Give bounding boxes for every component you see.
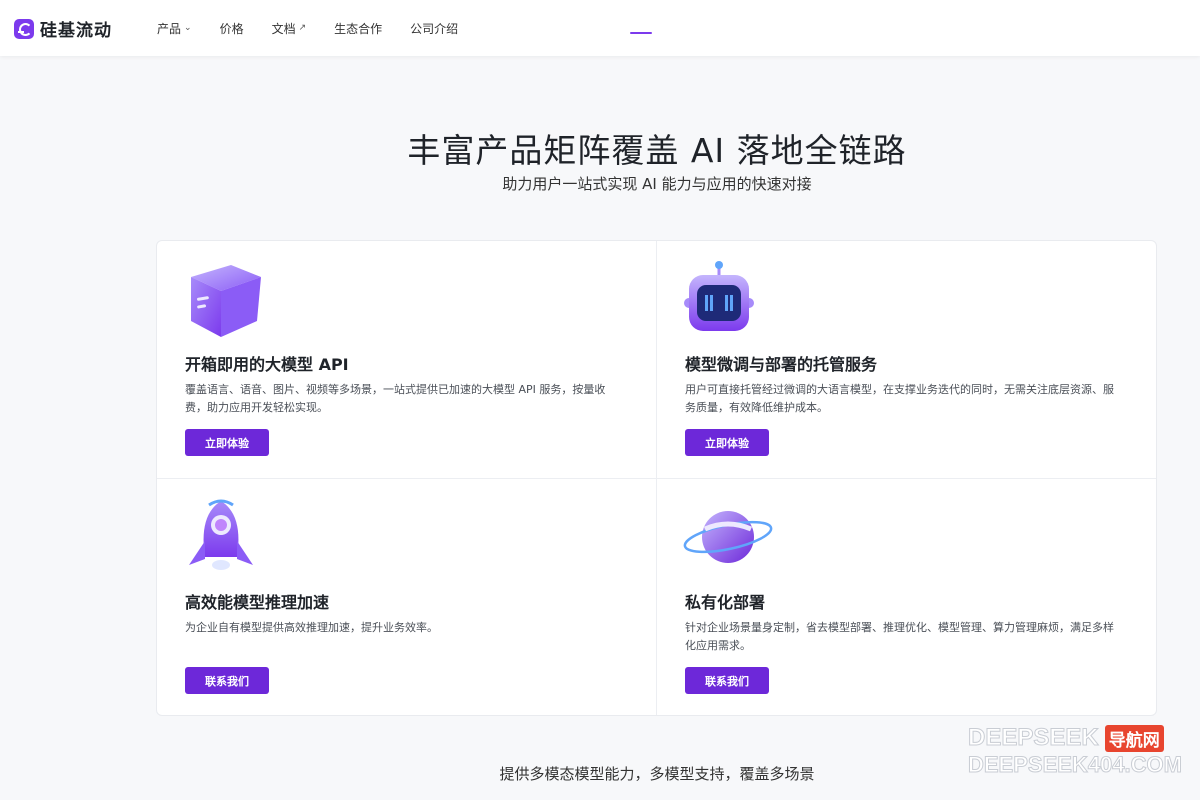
nav-item-label: 价格: [219, 21, 244, 36]
try-now-button[interactable]: 立即体验: [185, 429, 269, 456]
contact-us-button[interactable]: 联系我们: [685, 667, 769, 694]
nav-item-label: 公司介绍: [410, 21, 459, 36]
nav-item-label: 文档: [271, 21, 296, 36]
nav-item-pricing[interactable]: 价格: [220, 20, 244, 37]
card-description: 针对企业场景量身定制，省去模型部署、推理优化、模型管理、算力管理麻烦，满足多样化…: [685, 621, 1114, 652]
nav-item-label: 产品: [157, 21, 182, 36]
external-arrow-icon: ↗: [298, 23, 307, 33]
page-title: 丰富产品矩阵覆盖 AI 落地全链路: [407, 131, 907, 170]
page-subtitle: 助力用户一站式实现 AI 能力与应用的快速对接: [502, 175, 812, 193]
card-title: 开箱即用的大模型 API: [185, 355, 349, 374]
try-now-button[interactable]: 立即体验: [685, 429, 769, 456]
main-nav: 产品 ⌄ 价格 文档 ↗ 生态合作 公司介绍: [157, 0, 486, 56]
nav-item-products[interactable]: 产品 ⌄: [157, 20, 192, 37]
product-card-api: 开箱即用的大模型 API 覆盖语言、语音、图片、视频等多场景，一站式提供已加速的…: [157, 241, 657, 479]
nav-active-indicator: [630, 32, 652, 34]
brand-name: 硅基流动: [40, 21, 112, 41]
planet-icon: [683, 511, 773, 563]
top-navbar: 硅基流动 产品 ⌄ 价格 文档 ↗ 生态合作 公司介绍: [0, 0, 1200, 56]
logo-icon: [14, 18, 34, 39]
watermark: DEEPSEEK 导航网 DEEPSEEK404.COM: [968, 724, 1192, 778]
chevron-down-icon: ⌄: [184, 23, 192, 33]
robot-icon: [684, 261, 754, 331]
card-title: 私有化部署: [685, 593, 766, 612]
card-title: 模型微调与部署的托管服务: [685, 355, 878, 374]
nav-item-label: 生态合作: [334, 21, 383, 36]
nav-item-docs[interactable]: 文档 ↗: [272, 20, 307, 37]
card-title: 高效能模型推理加速: [185, 593, 330, 612]
logo[interactable]: 硅基流动: [14, 16, 112, 41]
product-card-inference: 高效能模型推理加速 为企业自有模型提供高效推理加速，提升业务效率。 联系我们: [157, 479, 657, 715]
nav-item-about[interactable]: 公司介绍: [410, 20, 458, 37]
product-card-private-deploy: 私有化部署 针对企业场景量身定制，省去模型部署、推理优化、模型管理、算力管理麻烦…: [657, 479, 1156, 715]
product-card-hosting: 模型微调与部署的托管服务 用户可直接托管经过微调的大语言模型，在支撑业务迭代的同…: [657, 241, 1156, 479]
cube-icon: [191, 265, 261, 337]
watermark-badge: 导航网: [1104, 724, 1164, 752]
product-grid: 开箱即用的大模型 API 覆盖语言、语音、图片、视频等多场景，一站式提供已加速的…: [156, 240, 1157, 716]
watermark-text: DEEPSEEK: [968, 724, 1100, 752]
rocket-icon: [189, 499, 253, 570]
card-description: 用户可直接托管经过微调的大语言模型，在支撑业务迭代的同时，无需关注底层资源、服务…: [685, 383, 1114, 414]
card-description: 覆盖语言、语音、图片、视频等多场景，一站式提供已加速的大模型 API 服务，按量…: [185, 383, 606, 414]
nav-item-ecosystem[interactable]: 生态合作: [334, 20, 382, 37]
contact-us-button[interactable]: 联系我们: [185, 667, 269, 694]
card-description: 为企业自有模型提供高效推理加速，提升业务效率。: [185, 621, 438, 634]
watermark-url: DEEPSEEK404.COM: [968, 752, 1183, 778]
